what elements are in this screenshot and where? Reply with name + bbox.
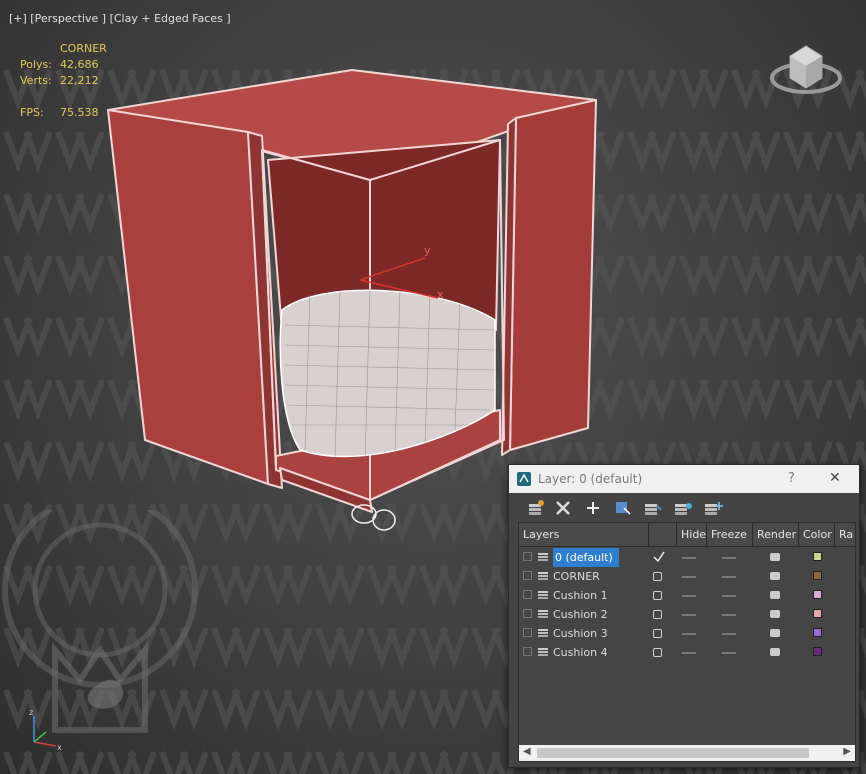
select-objects-icon[interactable] <box>612 498 634 518</box>
expand-icon[interactable] <box>523 609 532 618</box>
set-current-checkbox[interactable] <box>653 572 662 581</box>
hide-toggle[interactable] <box>682 652 696 654</box>
layer-toolbar <box>509 494 859 522</box>
axis-tripod-icon: z x <box>29 708 62 752</box>
stats-fps-value: 75.538 <box>60 106 99 119</box>
gizmo-x-label: x <box>437 288 444 301</box>
render-teapot-icon[interactable] <box>770 610 780 618</box>
set-current-checkbox[interactable] <box>653 648 662 657</box>
stats-fps-label: FPS: <box>20 106 44 119</box>
expand-icon[interactable] <box>523 590 532 599</box>
viewcube-icon[interactable] <box>766 38 846 108</box>
column-current[interactable] <box>649 523 677 547</box>
layer-name[interactable]: Cushion 4 <box>553 643 608 662</box>
freeze-toggle[interactable] <box>722 557 736 559</box>
layer-color-swatch[interactable] <box>813 571 822 580</box>
render-teapot-icon[interactable] <box>770 591 780 599</box>
close-button[interactable]: ✕ <box>829 470 841 486</box>
layer-stack-icon <box>538 648 548 656</box>
render-teapot-icon[interactable] <box>770 648 780 656</box>
dialog-titlebar[interactable]: Layer: 0 (default) ? ✕ <box>509 465 859 493</box>
delete-icon[interactable] <box>552 498 574 518</box>
column-render[interactable]: Render <box>753 523 799 547</box>
dialog-title: Layer: 0 (default) <box>538 472 643 486</box>
hide-all-icon[interactable] <box>672 498 694 518</box>
scroll-thumb[interactable] <box>537 748 809 758</box>
column-radiosity[interactable]: Ra <box>835 523 855 547</box>
freeze-toggle[interactable] <box>722 652 736 654</box>
expand-icon[interactable] <box>523 647 532 656</box>
render-teapot-icon[interactable] <box>770 572 780 580</box>
hide-toggle[interactable] <box>682 614 696 616</box>
help-button[interactable]: ? <box>788 471 795 486</box>
layer-row[interactable]: Cushion 3 <box>519 624 855 643</box>
freeze-toggle[interactable] <box>722 576 736 578</box>
scroll-left-icon[interactable]: ◀ <box>523 746 531 757</box>
hide-toggle[interactable] <box>682 595 696 597</box>
horizontal-scrollbar[interactable]: ◀ ▶ <box>519 745 855 761</box>
expand-icon[interactable] <box>523 628 532 637</box>
freeze-toggle[interactable] <box>722 595 736 597</box>
layer-name[interactable]: Cushion 2 <box>553 605 608 624</box>
layer-name[interactable]: Cushion 3 <box>553 624 608 643</box>
hide-toggle[interactable] <box>682 557 696 559</box>
create-layer-icon[interactable] <box>525 498 547 518</box>
highlight-icon[interactable] <box>642 498 664 518</box>
stats-polys-label: Polys: <box>20 58 52 71</box>
layer-dialog[interactable]: Layer: 0 (default) ? ✕ Layers Hide Freez… <box>508 464 860 768</box>
layer-row[interactable]: Cushion 2 <box>519 605 855 624</box>
column-freeze[interactable]: Freeze <box>707 523 753 547</box>
set-current-checkbox[interactable] <box>653 610 662 619</box>
app-logo-icon <box>517 472 531 486</box>
layer-row[interactable]: CORNER <box>519 567 855 586</box>
set-current-checkbox[interactable] <box>653 629 662 638</box>
render-teapot-icon[interactable] <box>770 553 780 561</box>
stats-object-name: CORNER <box>60 42 107 55</box>
layer-color-swatch[interactable] <box>813 609 822 618</box>
layer-color-swatch[interactable] <box>813 647 822 656</box>
layer-color-swatch[interactable] <box>813 552 822 561</box>
layer-color-swatch[interactable] <box>813 628 822 637</box>
column-color[interactable]: Color <box>799 523 835 547</box>
layer-row[interactable]: 0 (default) <box>519 548 855 567</box>
hide-toggle[interactable] <box>682 633 696 635</box>
layer-row[interactable]: Cushion 1 <box>519 586 855 605</box>
column-layers[interactable]: Layers <box>519 523 649 547</box>
stats-verts-label: Verts: <box>20 74 52 87</box>
freeze-all-icon[interactable] <box>702 498 724 518</box>
expand-icon[interactable] <box>523 552 532 561</box>
layer-row[interactable]: Cushion 4 <box>519 643 855 662</box>
layer-table[interactable]: Layers Hide Freeze Render Color Ra 0 (de… <box>518 522 856 762</box>
scroll-right-icon[interactable]: ▶ <box>843 746 851 757</box>
set-current-checkbox[interactable] <box>653 591 662 600</box>
expand-icon[interactable] <box>523 571 532 580</box>
tripod-x-label: x <box>57 743 62 752</box>
column-hide[interactable]: Hide <box>677 523 707 547</box>
gizmo-y-label: y <box>424 244 431 257</box>
hide-toggle[interactable] <box>682 576 696 578</box>
stats-polys-value: 42,686 <box>60 58 99 71</box>
layer-name[interactable]: Cushion 1 <box>553 586 608 605</box>
layer-color-swatch[interactable] <box>813 590 822 599</box>
freeze-toggle[interactable] <box>722 614 736 616</box>
layer-name[interactable]: 0 (default) <box>553 548 619 567</box>
tripod-z-label: z <box>29 708 33 717</box>
viewport-label[interactable]: [+] [Perspective ] [Clay + Edged Faces ] <box>9 12 231 25</box>
stats-verts-value: 22,212 <box>60 74 99 87</box>
render-teapot-icon[interactable] <box>770 629 780 637</box>
add-icon[interactable] <box>582 498 604 518</box>
layer-name[interactable]: CORNER <box>553 567 600 586</box>
freeze-toggle[interactable] <box>722 633 736 635</box>
